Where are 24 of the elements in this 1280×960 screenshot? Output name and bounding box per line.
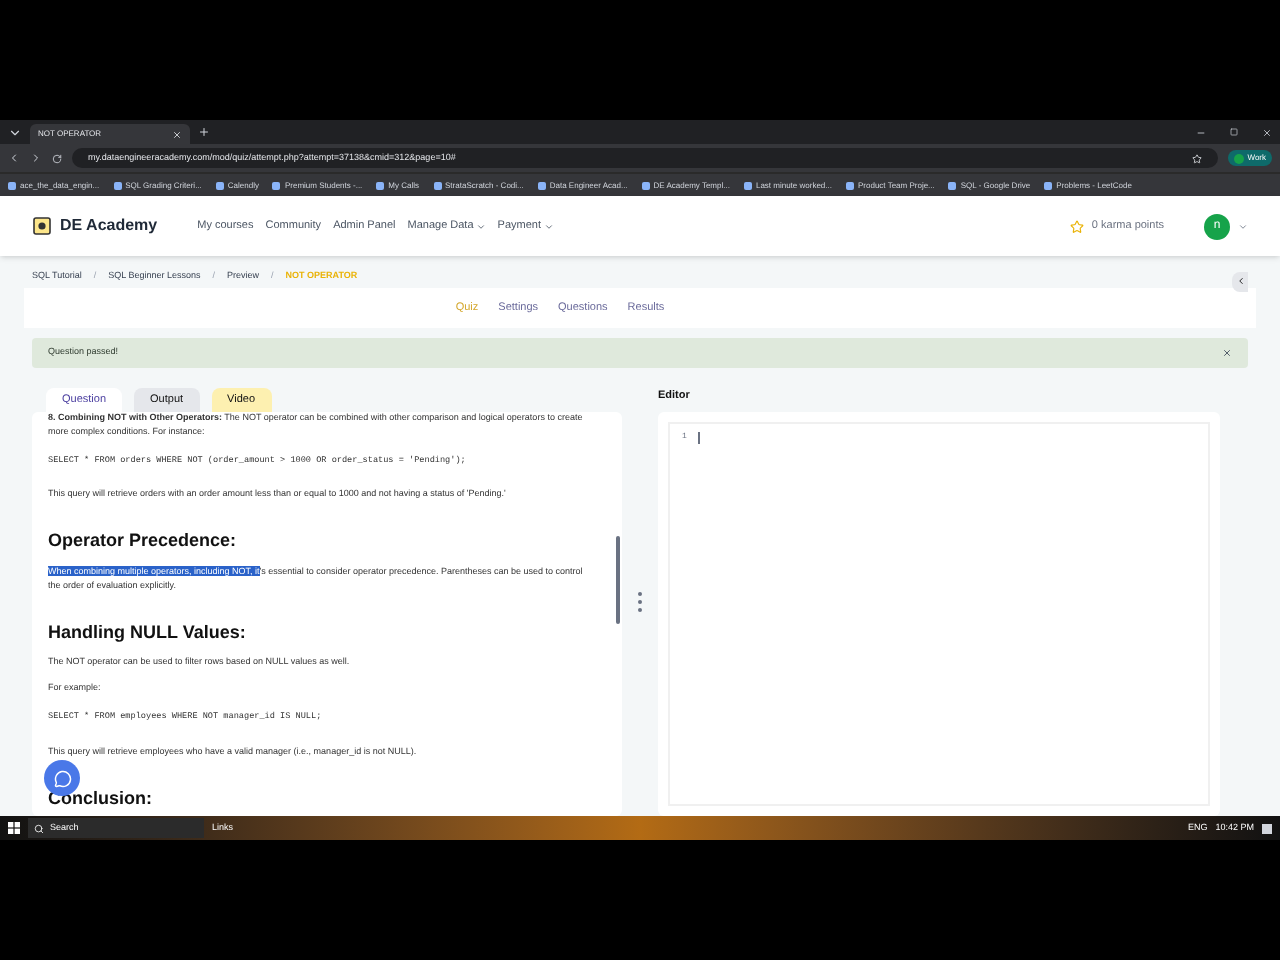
caret-icon — [475, 221, 486, 231]
minimize-icon[interactable] — [1196, 127, 1206, 137]
section-heading: Handling NULL Values: — [48, 619, 248, 646]
bookmark-star-icon[interactable] — [1191, 153, 1202, 163]
scrollbar-thumb — [616, 535, 620, 624]
chevron-left-icon — [1235, 276, 1245, 287]
forward-icon[interactable] — [30, 152, 42, 164]
logo-icon — [32, 216, 52, 236]
new-tab-icon[interactable] — [198, 126, 210, 138]
text-cursor — [698, 431, 701, 444]
search-icon — [34, 823, 44, 833]
section-heading: Operator Precedence: — [48, 528, 239, 555]
tab-list-icon[interactable] — [8, 125, 22, 139]
notification-icon[interactable] — [1262, 823, 1272, 833]
reload-icon[interactable] — [52, 153, 62, 163]
resize-handle-icon[interactable] — [638, 591, 642, 612]
back-icon[interactable] — [8, 152, 20, 164]
chat-bubble-icon — [53, 769, 71, 787]
star-icon — [1069, 219, 1084, 233]
caret-icon — [543, 221, 553, 231]
maximize-icon[interactable] — [1230, 128, 1238, 136]
section-heading: Conclusion: — [48, 785, 154, 812]
windows-logo-icon[interactable] — [8, 822, 20, 834]
logo-text: DE Academy — [60, 214, 158, 238]
